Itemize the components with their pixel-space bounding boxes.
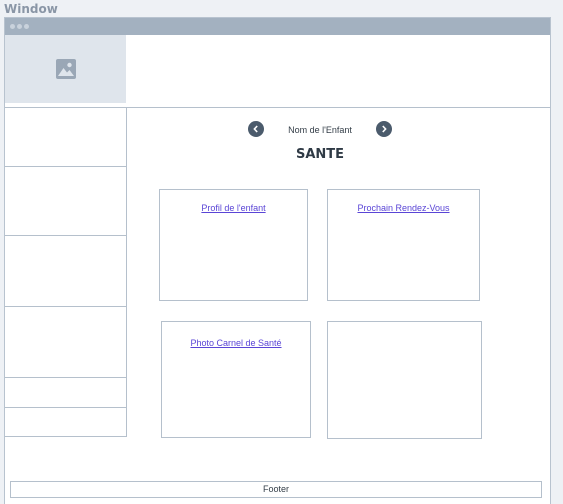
logo-placeholder — [5, 35, 126, 103]
window-label: Window — [4, 2, 58, 16]
sidebar-item[interactable] — [5, 307, 126, 378]
card-child-profile: Profil de l'enfant — [159, 189, 308, 301]
footer: Footer — [10, 481, 542, 498]
sidebar-item[interactable] — [5, 236, 126, 307]
chevron-left-icon — [253, 125, 258, 133]
child-name: Nom de l'Enfant — [288, 125, 352, 135]
chevron-right-icon — [382, 125, 387, 133]
next-appointment-link[interactable]: Prochain Rendez-Vous — [328, 203, 479, 213]
card-next-appointment: Prochain Rendez-Vous — [327, 189, 480, 301]
browser-window: Nom de l'Enfant SANTE Profil de l'enfant… — [4, 17, 551, 504]
sidebar-item[interactable] — [5, 108, 126, 167]
sidebar-item[interactable] — [5, 167, 126, 236]
health-record-photo-link[interactable]: Photo Carnel de Santé — [162, 338, 310, 348]
next-child-button[interactable] — [376, 121, 392, 137]
card-empty — [327, 321, 482, 439]
window-controls — [10, 24, 29, 29]
card-health-record-photo: Photo Carnel de Santé — [161, 321, 311, 438]
sidebar — [5, 108, 127, 437]
child-profile-link[interactable]: Profil de l'enfant — [160, 203, 307, 213]
window-dot[interactable] — [10, 24, 15, 29]
window-titlebar[interactable] — [5, 18, 550, 35]
sidebar-item[interactable] — [5, 378, 126, 408]
prev-child-button[interactable] — [248, 121, 264, 137]
window-dot[interactable] — [24, 24, 29, 29]
image-placeholder-icon — [55, 59, 76, 79]
page-title: SANTE — [295, 147, 345, 162]
window-dot[interactable] — [17, 24, 22, 29]
